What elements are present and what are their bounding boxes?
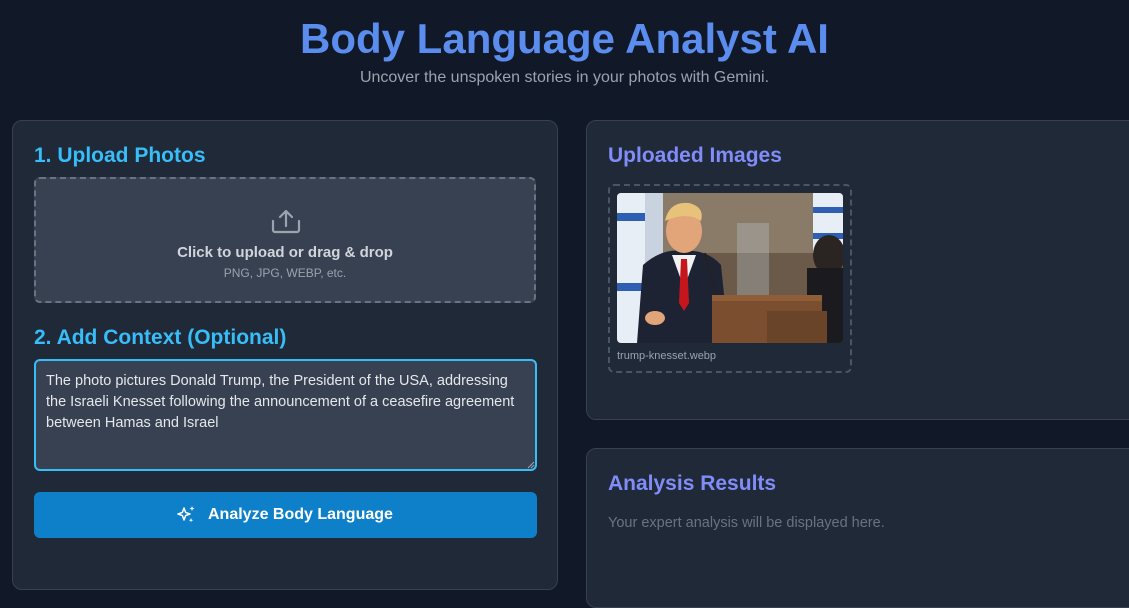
input-panel: 1. Upload Photos Click to upload or drag… [12, 120, 558, 590]
image-thumbnail[interactable] [617, 193, 843, 343]
dropzone-formats: PNG, JPG, WEBP, etc. [223, 266, 347, 280]
image-thumbnail-card: trump-knesset.webp [608, 184, 852, 373]
sparkles-icon [177, 506, 195, 523]
results-placeholder: Your expert analysis will be displayed h… [608, 515, 885, 531]
analyze-button[interactable]: Analyze Body Language [34, 492, 537, 538]
uploaded-heading: Uploaded Images [608, 144, 782, 167]
uploaded-images-panel: Uploaded Images trump-knesset.webp [586, 120, 1129, 420]
image-file-name: trump-knesset.webp [617, 350, 717, 362]
resize-grip-icon[interactable] [527, 461, 535, 469]
photo-speaker-at-podium [617, 193, 843, 343]
upload-icon [271, 209, 301, 234]
results-heading: Analysis Results [608, 472, 777, 495]
upload-dropzone[interactable]: Click to upload or drag & drop PNG, JPG,… [34, 177, 536, 303]
app-title: Body Language Analyst AI [300, 15, 829, 62]
analysis-results-panel: Analysis Results Your expert analysis wi… [586, 448, 1129, 608]
dropzone-label: Click to upload or drag & drop [177, 244, 393, 261]
upload-heading: 1. Upload Photos [34, 144, 206, 167]
app-subtitle: Uncover the unspoken stories in your pho… [359, 69, 770, 86]
app-header: Body Language Analyst AI Uncover the uns… [0, 0, 1129, 100]
context-heading: 2. Add Context (Optional) [34, 326, 287, 349]
context-textarea[interactable]: The photo pictures Donald Trump, the Pre… [34, 359, 537, 471]
analyze-button-label: Analyze Body Language [208, 506, 393, 523]
